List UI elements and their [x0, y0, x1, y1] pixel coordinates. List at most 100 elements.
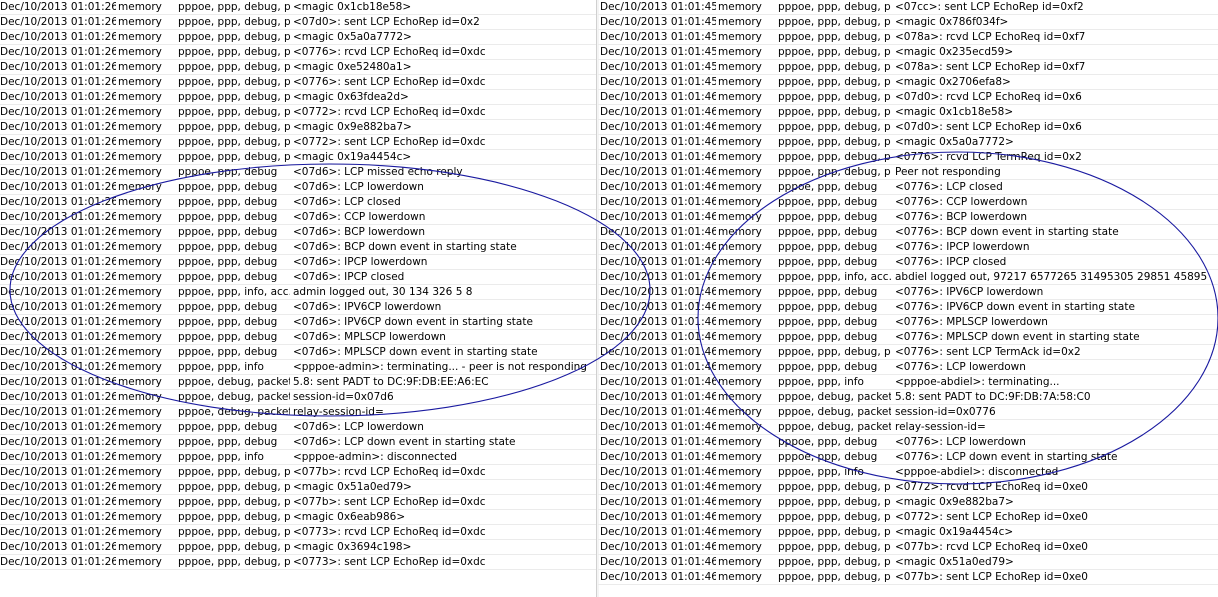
log-row[interactable]: Dec/10/2013 01:01:26 memory pppoe, ppp, de… [0, 30, 596, 45]
log-topics: pppoe, ppp, debug, p... [178, 511, 290, 523]
log-row[interactable]: Dec/10/2013 01:01:45 memory pppoe, ppp, de… [598, 45, 1218, 60]
log-row[interactable]: Dec/10/2013 01:01:26 memory pppoe, ppp, de… [0, 345, 596, 360]
log-row[interactable]: Dec/10/2013 01:01:26 memory pppoe, ppp, de… [0, 180, 596, 195]
log-row[interactable]: Dec/10/2013 01:01:26 memory pppoe, debug, … [0, 390, 596, 405]
log-row[interactable]: Dec/10/2013 01:01:46 memory pppoe, ppp, de… [598, 510, 1218, 525]
log-row[interactable]: Dec/10/2013 01:01:26 memory pppoe, ppp, de… [0, 525, 596, 540]
log-row[interactable]: Dec/10/2013 01:01:26 memory pppoe, ppp, in… [0, 450, 596, 465]
log-row[interactable]: Dec/10/2013 01:01:26 memory pppoe, ppp, de… [0, 90, 596, 105]
log-row[interactable]: Dec/10/2013 01:01:26 memory pppoe, ppp, de… [0, 255, 596, 270]
log-row[interactable]: Dec/10/2013 01:01:26 memory pppoe, ppp, de… [0, 210, 596, 225]
log-row[interactable]: Dec/10/2013 01:01:46 memory pppoe, ppp, de… [598, 525, 1218, 540]
log-row[interactable]: Dec/10/2013 01:01:46 memory pppoe, debug, … [598, 405, 1218, 420]
log-time: Dec/10/2013 01:01:46 [600, 271, 716, 283]
log-row[interactable]: Dec/10/2013 01:01:45 memory pppoe, ppp, de… [598, 60, 1218, 75]
log-row[interactable]: Dec/10/2013 01:01:26 memory pppoe, ppp, de… [0, 465, 596, 480]
log-row[interactable]: Dec/10/2013 01:01:46 memory pppoe, ppp, de… [598, 120, 1218, 135]
log-row[interactable]: Dec/10/2013 01:01:26 memory pppoe, ppp, de… [0, 270, 596, 285]
log-row[interactable]: Dec/10/2013 01:01:46 memory pppoe, ppp, de… [598, 300, 1218, 315]
log-message: <0776>: CCP lowerdown [895, 196, 1028, 208]
log-panel-left: Dec/10/2013 01:01:26 memory pppoe, ppp, de… [0, 0, 596, 570]
log-row[interactable]: Dec/10/2013 01:01:45 memory pppoe, ppp, de… [598, 30, 1218, 45]
log-row[interactable]: Dec/10/2013 01:01:46 memory pppoe, ppp, in… [598, 270, 1218, 285]
log-row[interactable]: Dec/10/2013 01:01:26 memory pppoe, ppp, de… [0, 240, 596, 255]
log-row[interactable]: Dec/10/2013 01:01:46 memory pppoe, ppp, de… [598, 135, 1218, 150]
log-row[interactable]: Dec/10/2013 01:01:26 memory pppoe, ppp, de… [0, 105, 596, 120]
log-message: <0776>: LCP down event in starting state [895, 451, 1118, 463]
log-row[interactable]: Dec/10/2013 01:01:46 memory pppoe, ppp, de… [598, 330, 1218, 345]
log-row[interactable]: Dec/10/2013 01:01:26 memory pppoe, ppp, de… [0, 0, 596, 15]
log-row[interactable]: Dec/10/2013 01:01:26 memory pppoe, ppp, in… [0, 285, 596, 300]
log-time: Dec/10/2013 01:01:46 [600, 526, 716, 538]
log-row[interactable]: Dec/10/2013 01:01:26 memory pppoe, ppp, de… [0, 330, 596, 345]
log-row[interactable]: Dec/10/2013 01:01:26 memory pppoe, ppp, de… [0, 195, 596, 210]
log-row[interactable]: Dec/10/2013 01:01:26 memory pppoe, ppp, de… [0, 420, 596, 435]
log-row[interactable]: Dec/10/2013 01:01:26 memory pppoe, ppp, de… [0, 540, 596, 555]
log-row[interactable]: Dec/10/2013 01:01:46 memory pppoe, ppp, de… [598, 495, 1218, 510]
log-row[interactable]: Dec/10/2013 01:01:46 memory pppoe, ppp, de… [598, 540, 1218, 555]
log-message: session-id=0x07d6 [293, 391, 394, 403]
log-buffer: memory [118, 211, 162, 223]
log-buffer: memory [118, 286, 162, 298]
log-topics: pppoe, ppp, debug [778, 361, 878, 373]
log-message: <0776>: IPV6CP lowerdown [895, 286, 1044, 298]
log-row[interactable]: Dec/10/2013 01:01:26 memory pppoe, debug, … [0, 405, 596, 420]
log-buffer: memory [118, 316, 162, 328]
log-row[interactable]: Dec/10/2013 01:01:46 memory pppoe, debug, … [598, 390, 1218, 405]
log-row[interactable]: Dec/10/2013 01:01:46 memory pppoe, ppp, de… [598, 345, 1218, 360]
log-row[interactable]: Dec/10/2013 01:01:26 memory pppoe, ppp, de… [0, 480, 596, 495]
log-row[interactable]: Dec/10/2013 01:01:26 memory pppoe, ppp, de… [0, 45, 596, 60]
log-row[interactable]: Dec/10/2013 01:01:46 memory pppoe, ppp, de… [598, 570, 1218, 585]
log-row[interactable]: Dec/10/2013 01:01:46 memory pppoe, ppp, de… [598, 195, 1218, 210]
log-time: Dec/10/2013 01:01:26 [0, 316, 116, 328]
log-row[interactable]: Dec/10/2013 01:01:26 memory pppoe, ppp, de… [0, 510, 596, 525]
log-row[interactable]: Dec/10/2013 01:01:46 memory pppoe, ppp, de… [598, 180, 1218, 195]
log-buffer: memory [718, 91, 762, 103]
log-row[interactable]: Dec/10/2013 01:01:46 memory pppoe, ppp, de… [598, 435, 1218, 450]
log-row[interactable]: Dec/10/2013 01:01:46 memory pppoe, ppp, de… [598, 315, 1218, 330]
log-row[interactable]: Dec/10/2013 01:01:46 memory pppoe, ppp, in… [598, 465, 1218, 480]
log-row[interactable]: Dec/10/2013 01:01:26 memory pppoe, ppp, de… [0, 435, 596, 450]
log-row[interactable]: Dec/10/2013 01:01:26 memory pppoe, ppp, de… [0, 225, 596, 240]
log-time: Dec/10/2013 01:01:26 [0, 556, 116, 568]
log-row[interactable]: Dec/10/2013 01:01:46 memory pppoe, debug, … [598, 420, 1218, 435]
log-row[interactable]: Dec/10/2013 01:01:46 memory pppoe, ppp, de… [598, 150, 1218, 165]
log-row[interactable]: Dec/10/2013 01:01:26 memory pppoe, ppp, de… [0, 315, 596, 330]
log-buffer: memory [718, 421, 762, 433]
log-row[interactable]: Dec/10/2013 01:01:46 memory pppoe, ppp, de… [598, 90, 1218, 105]
log-row[interactable]: Dec/10/2013 01:01:45 memory pppoe, ppp, de… [598, 15, 1218, 30]
log-row[interactable]: Dec/10/2013 01:01:26 memory pppoe, ppp, in… [0, 360, 596, 375]
log-buffer: memory [118, 541, 162, 553]
log-row[interactable]: Dec/10/2013 01:01:46 memory pppoe, ppp, de… [598, 255, 1218, 270]
log-row[interactable]: Dec/10/2013 01:01:26 memory pppoe, ppp, de… [0, 60, 596, 75]
log-time: Dec/10/2013 01:01:26 [0, 436, 116, 448]
log-row[interactable]: Dec/10/2013 01:01:46 memory pppoe, ppp, in… [598, 375, 1218, 390]
log-row[interactable]: Dec/10/2013 01:01:26 memory pppoe, ppp, de… [0, 165, 596, 180]
log-topics: pppoe, ppp, debug, p... [778, 541, 891, 553]
log-row[interactable]: Dec/10/2013 01:01:46 memory pppoe, ppp, de… [598, 210, 1218, 225]
log-time: Dec/10/2013 01:01:45 [600, 31, 716, 43]
log-row[interactable]: Dec/10/2013 01:01:46 memory pppoe, ppp, de… [598, 240, 1218, 255]
log-row[interactable]: Dec/10/2013 01:01:46 memory pppoe, ppp, de… [598, 480, 1218, 495]
log-row[interactable]: Dec/10/2013 01:01:46 memory pppoe, ppp, de… [598, 105, 1218, 120]
log-row[interactable]: Dec/10/2013 01:01:26 memory pppoe, debug, … [0, 375, 596, 390]
log-row[interactable]: Dec/10/2013 01:01:26 memory pppoe, ppp, de… [0, 75, 596, 90]
log-message: <0776>: LCP lowerdown [895, 436, 1026, 448]
log-row[interactable]: Dec/10/2013 01:01:26 memory pppoe, ppp, de… [0, 300, 596, 315]
log-row[interactable]: Dec/10/2013 01:01:26 memory pppoe, ppp, de… [0, 120, 596, 135]
log-row[interactable]: Dec/10/2013 01:01:46 memory pppoe, ppp, de… [598, 555, 1218, 570]
log-row[interactable]: Dec/10/2013 01:01:26 memory pppoe, ppp, de… [0, 555, 596, 570]
log-time: Dec/10/2013 01:01:46 [600, 331, 716, 343]
log-row[interactable]: Dec/10/2013 01:01:26 memory pppoe, ppp, de… [0, 15, 596, 30]
log-row[interactable]: Dec/10/2013 01:01:46 memory pppoe, ppp, de… [598, 225, 1218, 240]
log-topics: pppoe, ppp, debug, p... [778, 346, 891, 358]
log-row[interactable]: Dec/10/2013 01:01:26 memory pppoe, ppp, de… [0, 135, 596, 150]
log-row[interactable]: Dec/10/2013 01:01:26 memory pppoe, ppp, de… [0, 495, 596, 510]
log-row[interactable]: Dec/10/2013 01:01:45 memory pppoe, ppp, de… [598, 0, 1218, 15]
log-row[interactable]: Dec/10/2013 01:01:46 memory pppoe, ppp, de… [598, 285, 1218, 300]
log-row[interactable]: Dec/10/2013 01:01:46 memory pppoe, ppp, de… [598, 165, 1218, 180]
log-row[interactable]: Dec/10/2013 01:01:46 memory pppoe, ppp, de… [598, 360, 1218, 375]
log-row[interactable]: Dec/10/2013 01:01:46 memory pppoe, ppp, de… [598, 450, 1218, 465]
log-row[interactable]: Dec/10/2013 01:01:26 memory pppoe, ppp, de… [0, 150, 596, 165]
log-row[interactable]: Dec/10/2013 01:01:45 memory pppoe, ppp, de… [598, 75, 1218, 90]
